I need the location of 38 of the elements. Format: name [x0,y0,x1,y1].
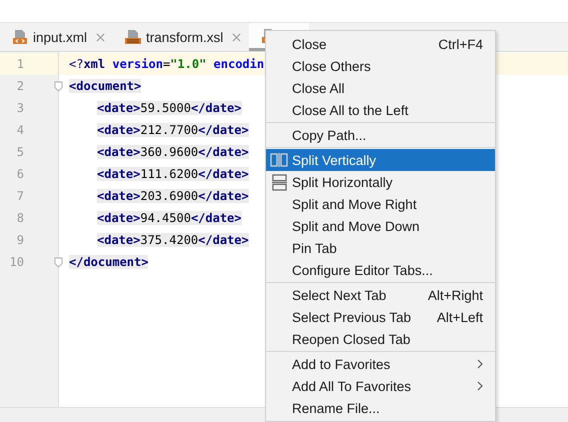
file-icon [12,29,28,45]
file-icon [125,29,142,45]
line-number: 4 [16,123,24,137]
fold-icon[interactable] [54,80,63,92]
menu-item[interactable]: Close Others [266,55,495,77]
line-number: 1 [16,57,24,71]
line-number: 5 [16,145,24,159]
line-number: 8 [16,211,24,225]
line-number: 2 [16,79,24,93]
fold-icon[interactable] [54,256,63,268]
line-number: 10 [8,255,24,269]
menu-item[interactable]: Copy Path... [266,124,495,146]
split-horizontal-icon [272,174,286,190]
menu-item[interactable]: Add All To Favorites [266,375,495,397]
line-number: 6 [16,167,24,181]
menu-item[interactable]: Pin Tab [266,237,495,259]
menu-item[interactable]: Reopen Closed Tab [266,328,495,350]
editor-tab[interactable]: input.xml [0,23,114,51]
menu-item[interactable]: Select Next Tab Alt+Right [266,284,495,306]
line-number: 9 [16,233,24,247]
menu-item[interactable]: Split Horizontally [266,171,495,193]
line-number: 3 [16,101,24,115]
editor-tab[interactable]: transform.xsl [113,23,250,51]
menu-item[interactable]: Add to Favorites [266,353,495,375]
menu-item[interactable]: Split Vertically [266,149,495,171]
menu-item[interactable]: Split and Move Right [266,193,495,215]
menu-item[interactable]: Rename File... [266,397,495,419]
line-number: 7 [16,189,24,203]
menu-item[interactable]: Select Previous Tab Alt+Left [266,306,495,328]
close-icon[interactable] [96,32,106,42]
menu-item[interactable]: Close All to the Left [266,99,495,121]
code-line: <?xml version="1.0" encodin [69,57,264,71]
menu-item[interactable]: Configure Editor Tabs... [266,259,495,281]
menu-item[interactable]: Split and Move Down [266,215,495,237]
close-icon[interactable] [232,32,242,42]
menu-item[interactable]: Close Ctrl+F4 [266,33,495,55]
split-vertical-icon [270,153,288,167]
menu-item[interactable]: Close All [266,77,495,99]
